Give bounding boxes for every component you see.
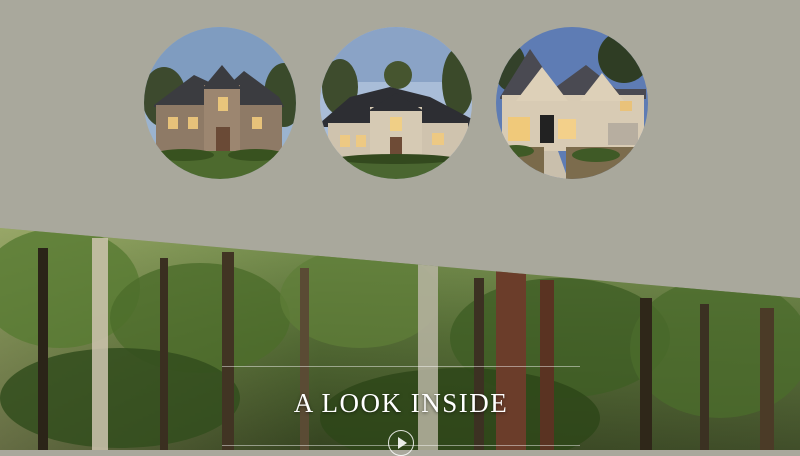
look-inside-section: A LOOK INSIDE [222, 366, 580, 456]
home-photo-3-image [496, 27, 648, 179]
home-photo-1[interactable] [144, 27, 296, 179]
play-video-button[interactable] [388, 430, 414, 456]
look-inside-title: A LOOK INSIDE [293, 388, 509, 418]
home-photo-3[interactable] [496, 27, 648, 179]
home-photo-2-image [320, 27, 472, 179]
top-divider [222, 366, 580, 367]
home-photo-1-image [144, 27, 296, 179]
play-icon [398, 437, 407, 449]
home-photo-2[interactable] [320, 27, 472, 179]
